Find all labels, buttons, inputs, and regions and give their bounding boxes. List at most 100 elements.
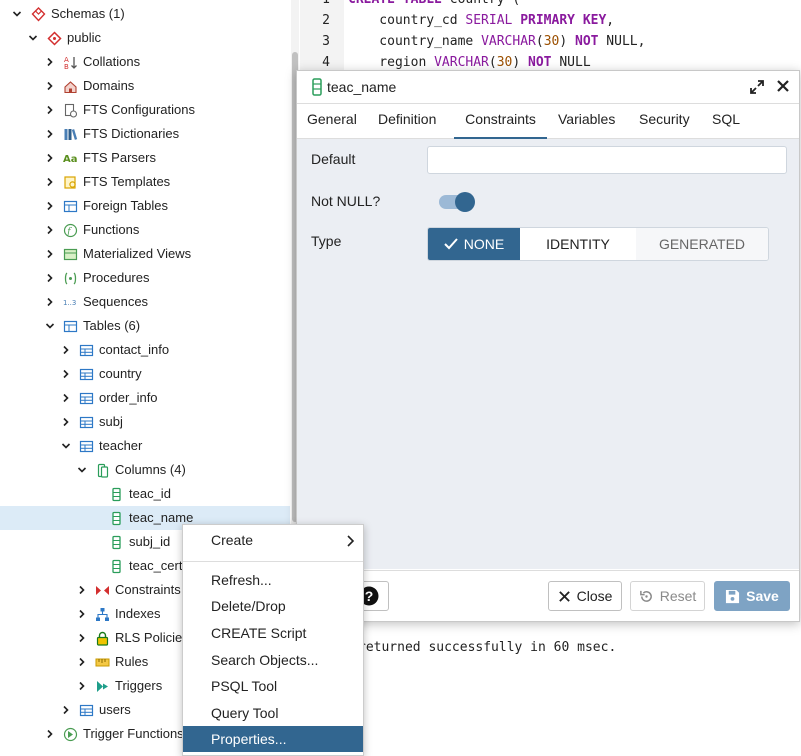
expand-toggle[interactable] xyxy=(44,722,56,746)
expand-toggle[interactable] xyxy=(76,650,88,674)
column-icon xyxy=(108,530,124,554)
menu-item-search-objects[interactable]: Search Objects... xyxy=(183,647,363,673)
tree-node[interactable]: FTS Configurations xyxy=(0,98,290,122)
menu-item-refresh[interactable]: Refresh... xyxy=(183,567,363,593)
query-editor[interactable]: 1 2 3 4 CREATE TABLE country ( country_cd S… xyxy=(300,0,801,70)
collapse-toggle[interactable] xyxy=(60,434,72,458)
tree-node[interactable]: teac_id xyxy=(0,482,290,506)
expand-toggle[interactable] xyxy=(44,98,56,122)
expand-toggle[interactable] xyxy=(60,338,72,362)
tree-node[interactable]: 1..3 Sequences xyxy=(0,290,290,314)
code-line[interactable]: country_cd SERIAL PRIMARY KEY, xyxy=(348,10,614,31)
expand-toggle[interactable] xyxy=(44,170,56,194)
code-token: 30 xyxy=(543,34,560,49)
expand-toggle[interactable] xyxy=(60,698,72,722)
type-none-button[interactable]: NONE xyxy=(428,228,520,260)
sequences-icon: 1..3 xyxy=(62,290,78,314)
tree-node[interactable]: subj xyxy=(0,410,290,434)
expand-toggle[interactable] xyxy=(44,50,56,74)
columns-icon xyxy=(94,458,110,482)
menu-item-delete-drop[interactable]: Delete/Drop xyxy=(183,593,363,619)
save-icon xyxy=(726,589,740,603)
tab-sql[interactable]: SQL xyxy=(712,104,740,137)
chevron-down-icon xyxy=(28,35,38,41)
tree-node[interactable]: Tables (6) xyxy=(0,314,290,338)
tree-node[interactable]: Schemas (1) xyxy=(0,2,290,26)
expand-toggle[interactable] xyxy=(44,266,56,290)
tree-node[interactable]: FTS Templates xyxy=(0,170,290,194)
code-token: country_cd xyxy=(348,13,466,28)
default-input[interactable] xyxy=(427,146,787,174)
menu-item-query-tool[interactable]: Query Tool xyxy=(183,700,363,726)
collapse-toggle[interactable] xyxy=(44,314,56,338)
expand-toggle[interactable] xyxy=(44,242,56,266)
tab-constraints[interactable]: Constraints xyxy=(454,104,547,139)
tree-node[interactable]: public xyxy=(0,26,290,50)
table-icon xyxy=(78,386,94,410)
tree-node-label: users xyxy=(99,702,131,717)
tree-node[interactable]: teacher xyxy=(0,434,290,458)
tree-node[interactable]: Materialized Views xyxy=(0,242,290,266)
expand-toggle[interactable] xyxy=(76,626,88,650)
code-token: PRIMARY KEY xyxy=(520,13,607,28)
code-line[interactable]: CREATE TABLE country ( xyxy=(348,0,520,10)
expand-toggle[interactable] xyxy=(60,410,72,434)
tree-node[interactable]: Foreign Tables xyxy=(0,194,290,218)
dialog-header[interactable]: teac_name xyxy=(297,71,799,104)
tree-node[interactable]: country xyxy=(0,362,290,386)
collapse-toggle[interactable] xyxy=(11,2,23,26)
expand-toggle[interactable] xyxy=(76,674,88,698)
tree-node[interactable]: FTS Dictionaries xyxy=(0,122,290,146)
close-icon[interactable] xyxy=(775,78,791,94)
expand-toggle[interactable] xyxy=(44,74,56,98)
chevron-right-icon xyxy=(47,177,53,187)
expand-toggle[interactable] xyxy=(60,362,72,386)
dialog-title: teac_name xyxy=(327,79,397,95)
tree-node[interactable]: Aa FTS Parsers xyxy=(0,146,290,170)
tree-node[interactable]: Columns (4) xyxy=(0,458,290,482)
tab-general[interactable]: General xyxy=(307,104,357,137)
tab-definition[interactable]: Definition xyxy=(378,104,436,137)
tab-security[interactable]: Security xyxy=(639,104,690,137)
menu-item-psql-tool[interactable]: PSQL Tool xyxy=(183,673,363,699)
menu-item-create[interactable]: Create xyxy=(183,527,363,553)
expand-toggle[interactable] xyxy=(44,218,56,242)
collapse-toggle[interactable] xyxy=(76,458,88,482)
tree-node[interactable]: Procedures xyxy=(0,266,290,290)
expand-toggle[interactable] xyxy=(76,578,88,602)
expand-toggle[interactable] xyxy=(60,386,72,410)
code-line[interactable]: region VARCHAR(30) NOT NULL xyxy=(348,52,590,70)
expand-toggle[interactable] xyxy=(44,122,56,146)
chevron-right-icon xyxy=(63,417,69,427)
tree-node-label: Indexes xyxy=(115,606,161,621)
check-icon xyxy=(444,238,458,250)
table-icon xyxy=(78,698,94,722)
type-identity-button[interactable]: IDENTITY xyxy=(520,228,637,260)
expand-toggle[interactable] xyxy=(44,194,56,218)
tree-node[interactable]: Domains xyxy=(0,74,290,98)
expand-icon[interactable] xyxy=(749,79,765,95)
close-button[interactable]: Close xyxy=(548,581,622,611)
tree-node-label: Triggers xyxy=(115,678,163,693)
fts-configurations-icon xyxy=(62,98,78,122)
help-glyph: ? xyxy=(365,588,374,604)
tree-node[interactable]: order_info xyxy=(0,386,290,410)
collapse-toggle[interactable] xyxy=(27,26,39,50)
not-null-toggle[interactable] xyxy=(439,192,475,212)
rules-icon xyxy=(94,650,110,674)
tree-node[interactable]: f Functions xyxy=(0,218,290,242)
code-token: CREATE TABLE xyxy=(348,0,450,7)
tree-node[interactable]: A B Collations xyxy=(0,50,290,74)
expand-toggle[interactable] xyxy=(44,146,56,170)
code-line[interactable]: country_name VARCHAR(30) NOT NULL, xyxy=(348,31,645,52)
menu-item-create-script[interactable]: CREATE Script xyxy=(183,620,363,646)
reset-button[interactable]: Reset xyxy=(630,581,705,611)
save-button[interactable]: Save xyxy=(714,581,790,611)
menu-item-properties[interactable]: Properties... xyxy=(183,726,363,752)
type-generated-button[interactable]: GENERATED xyxy=(636,228,768,260)
chevron-right-icon xyxy=(47,201,53,211)
tree-node[interactable]: contact_info xyxy=(0,338,290,362)
expand-toggle[interactable] xyxy=(76,602,88,626)
tab-variables[interactable]: Variables xyxy=(558,104,615,137)
expand-toggle[interactable] xyxy=(44,290,56,314)
